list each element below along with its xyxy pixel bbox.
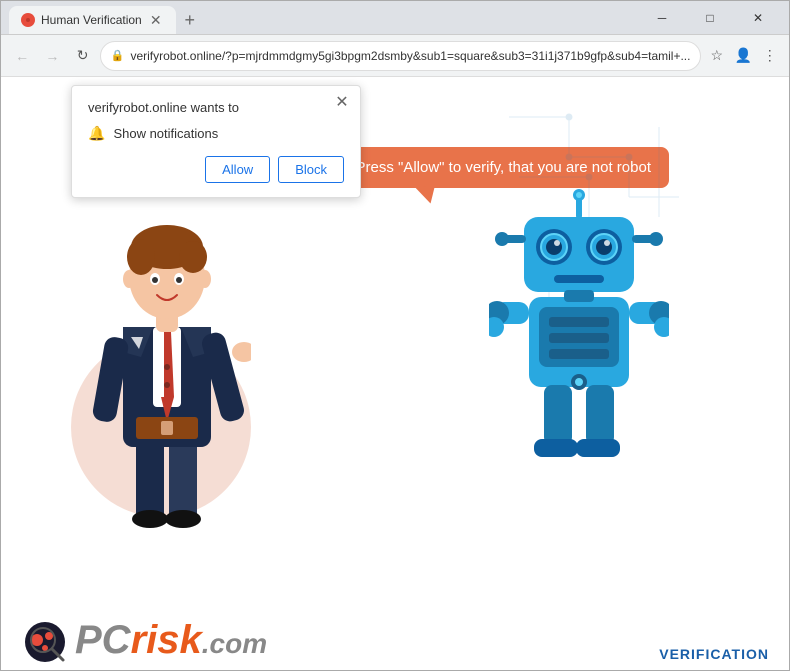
browser-window: Human Verification ✕ + ─ □ ✕ ← → ↻ 🔒 ver… (0, 0, 790, 671)
url-text: verifyrobot.online/?p=mjrdmmdgmy5gi3bpgm… (130, 49, 690, 63)
new-tab-button[interactable]: + (176, 6, 204, 34)
page-content: ✕ verifyrobot.online wants to 🔔 Show not… (1, 77, 789, 670)
forward-button[interactable]: → (39, 42, 65, 70)
bottom-bar: PC risk .com VERIFICATION (1, 610, 789, 670)
bookmark-icon[interactable]: ☆ (705, 44, 728, 68)
tab-close-button[interactable]: ✕ (148, 12, 164, 28)
pcrisk-icon (21, 616, 69, 664)
tab-bar: Human Verification ✕ + (9, 1, 635, 34)
tab-favicon (21, 13, 35, 27)
popup-close-button[interactable]: ✕ (332, 92, 352, 112)
robot-illustration (489, 187, 689, 507)
profile-icon[interactable]: 👤 (732, 44, 755, 68)
close-button[interactable]: ✕ (735, 4, 781, 32)
popup-notification-row: 🔔 Show notifications (88, 125, 344, 142)
robot-svg (489, 187, 669, 487)
bell-icon: 🔔 (88, 125, 105, 142)
tab-title: Human Verification (41, 13, 142, 27)
verification-text: VERIFICATION (659, 646, 769, 670)
person-svg (81, 197, 251, 537)
window-controls: ─ □ ✕ (639, 4, 781, 32)
pcrisk-logo: PC risk .com (21, 616, 267, 664)
pcrisk-text: PC risk .com (75, 618, 267, 663)
lock-icon: 🔒 (111, 49, 125, 62)
maximize-button[interactable]: □ (687, 4, 733, 32)
notification-popup: ✕ verifyrobot.online wants to 🔔 Show not… (71, 85, 361, 198)
back-button[interactable]: ← (9, 42, 35, 70)
pcrisk-dotcom-text: .com (202, 628, 267, 660)
pcrisk-pc-text: PC (75, 618, 131, 663)
browser-tab[interactable]: Human Verification ✕ (9, 6, 176, 34)
address-bar: ← → ↻ 🔒 verifyrobot.online/?p=mjrdmmdgmy… (1, 35, 789, 77)
menu-icon[interactable]: ⋮ (758, 44, 781, 68)
minimize-button[interactable]: ─ (639, 4, 685, 32)
title-bar: Human Verification ✕ + ─ □ ✕ (1, 1, 789, 35)
person-illustration (61, 157, 261, 537)
allow-button[interactable]: Allow (205, 156, 270, 183)
popup-title: verifyrobot.online wants to (88, 100, 344, 115)
url-bar[interactable]: 🔒 verifyrobot.online/?p=mjrdmmdgmy5gi3bp… (100, 41, 702, 71)
popup-buttons: Allow Block (88, 156, 344, 183)
pcrisk-risk-text: risk (131, 618, 202, 663)
popup-notification-text: Show notifications (113, 126, 218, 141)
refresh-button[interactable]: ↻ (70, 42, 96, 70)
block-button[interactable]: Block (278, 156, 344, 183)
